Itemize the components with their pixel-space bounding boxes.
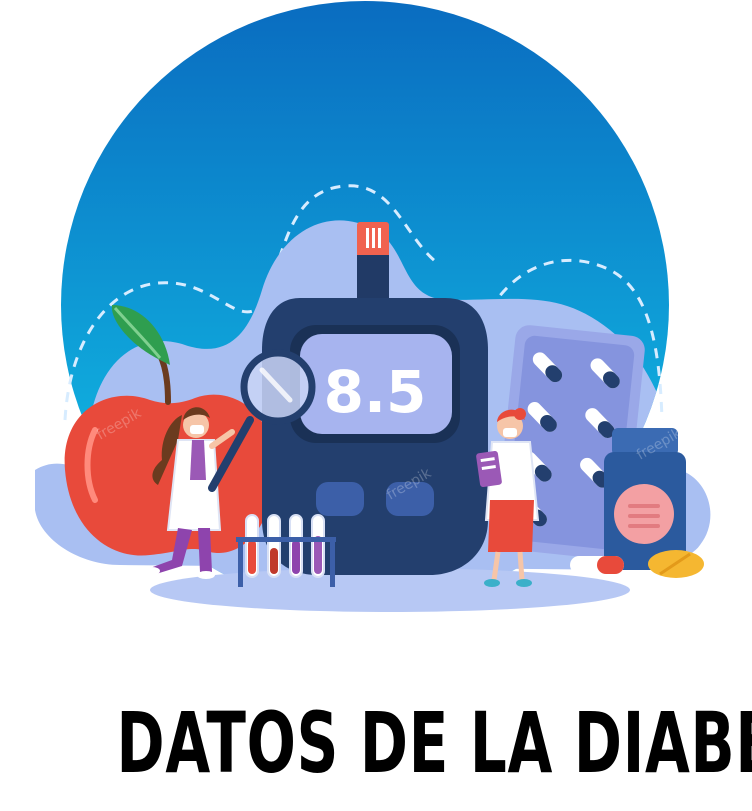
page-title: DATOS DE LA DIABETES — [116, 694, 752, 792]
meter-reading: 8.5 — [324, 358, 427, 426]
diabetes-illustration: 8.5 freepik freepik freepik — [35, 1, 711, 612]
page: 8.5 freepik freepik freepik DATOS DE LA … — [0, 0, 752, 811]
